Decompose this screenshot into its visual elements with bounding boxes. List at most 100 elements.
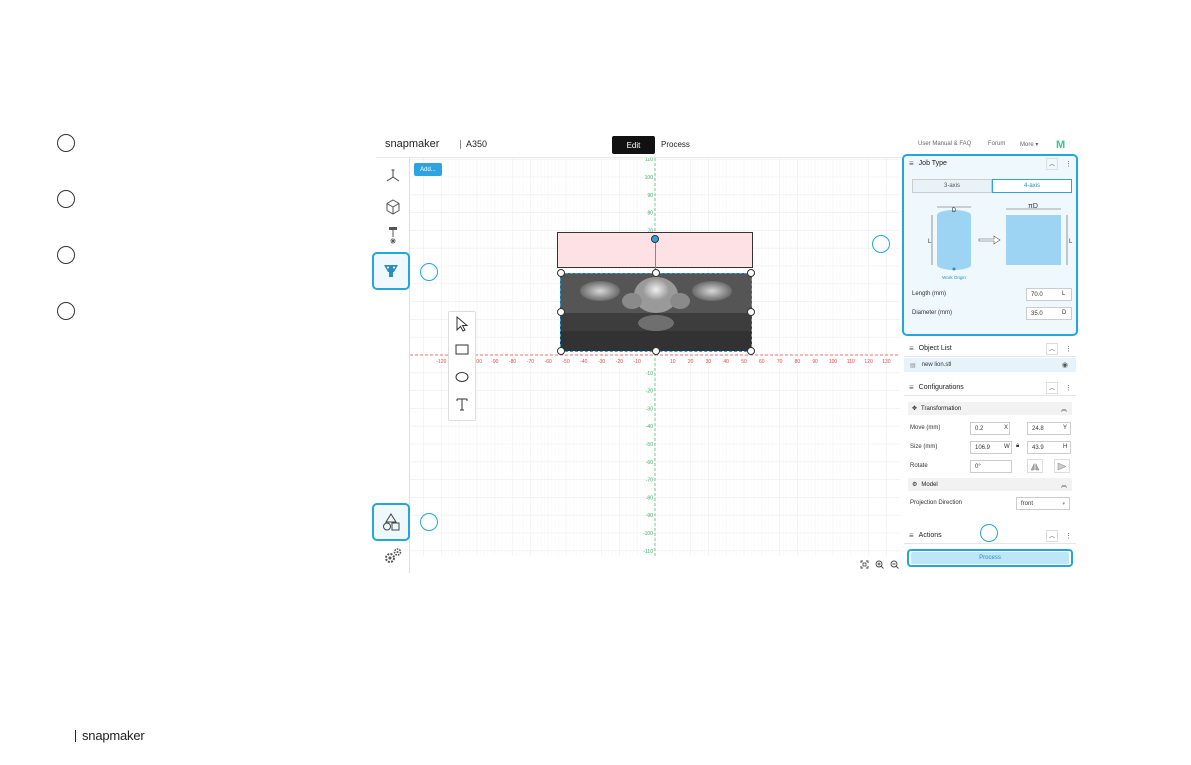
shapes-library-button[interactable] bbox=[372, 503, 410, 541]
drag-handle-icon[interactable]: ≡ bbox=[909, 159, 914, 168]
footer-brand: snapmaker bbox=[75, 728, 145, 743]
rectangle-tool[interactable] bbox=[455, 344, 469, 358]
text-tool[interactable] bbox=[455, 397, 469, 413]
fit-view-icon[interactable] bbox=[860, 560, 869, 569]
zoom-out-icon[interactable] bbox=[890, 560, 899, 569]
select-tool[interactable] bbox=[455, 315, 469, 334]
settings-button[interactable] bbox=[379, 542, 406, 569]
flip-horizontal-button[interactable] bbox=[1054, 459, 1070, 473]
collapse-button[interactable]: ︿ bbox=[1046, 342, 1058, 355]
x-tick-label: -40 bbox=[580, 359, 587, 365]
projection-direction-select[interactable]: front ▾ bbox=[1016, 497, 1070, 510]
laser-icon bbox=[388, 226, 397, 244]
draw-toolbox bbox=[448, 311, 476, 421]
cnc-button[interactable] bbox=[372, 252, 410, 290]
collapse-chevron-icon: ︽ bbox=[1060, 407, 1067, 413]
rotate-label: Rotate bbox=[910, 463, 928, 469]
selection-box bbox=[560, 273, 752, 352]
resize-handle-tl[interactable] bbox=[557, 269, 565, 277]
y-tick-label: -20 bbox=[646, 389, 653, 395]
model-header[interactable]: ⚙ Model ︽ bbox=[908, 478, 1072, 491]
collapse-button[interactable]: ︿ bbox=[1046, 157, 1058, 170]
add-button[interactable]: Add... bbox=[414, 163, 442, 176]
resize-handle-b[interactable] bbox=[652, 347, 660, 355]
work-origin-label: Work Origin bbox=[942, 275, 966, 280]
y-tick-label: -100 bbox=[643, 531, 653, 537]
ellipse-tool[interactable] bbox=[455, 371, 469, 385]
x-tick-label: 30 bbox=[706, 359, 712, 365]
move-y-unit: Y bbox=[1063, 425, 1068, 431]
drag-handle-icon[interactable]: ≡ bbox=[909, 531, 914, 540]
more-options-icon[interactable]: ⋮ bbox=[1065, 532, 1072, 540]
cube-view-button[interactable] bbox=[379, 193, 406, 220]
nav-forum[interactable]: Forum bbox=[988, 141, 1005, 147]
cylinder-unwrap-diagram: D L πD L Work Origin bbox=[928, 203, 1073, 280]
flip-vertical-button[interactable] bbox=[1027, 459, 1043, 473]
tab-process[interactable]: Process bbox=[661, 140, 690, 149]
diagram-l-left-label: L bbox=[928, 239, 932, 245]
laser-button[interactable] bbox=[379, 222, 406, 249]
text-icon bbox=[456, 398, 468, 411]
lock-ratio-icon[interactable]: 🔒︎ bbox=[1016, 443, 1019, 450]
x-tick-label: -50 bbox=[562, 359, 569, 365]
zoom-in-icon[interactable] bbox=[875, 560, 884, 569]
model-settings-icon: ⚙ bbox=[912, 482, 918, 488]
rotate-input[interactable]: 0° bbox=[970, 460, 1012, 473]
object-list-item[interactable]: ▤ new lion.stl ◉ bbox=[904, 358, 1076, 372]
visibility-eye-icon[interactable]: ◉ bbox=[1062, 361, 1068, 369]
more-options-icon[interactable]: ⋮ bbox=[1065, 160, 1072, 168]
callout-marker-3 bbox=[57, 246, 75, 264]
app-window: snapmaker A350 Edit Process User Manual … bbox=[372, 133, 1078, 573]
job-type-3axis[interactable]: 3-axis bbox=[912, 179, 992, 193]
object-list-title: Object List bbox=[918, 345, 952, 352]
resize-handle-r[interactable] bbox=[747, 308, 755, 316]
collapse-chevron-icon: ︽ bbox=[1060, 483, 1067, 489]
coordinate-axes-button[interactable] bbox=[379, 162, 406, 189]
x-tick-label: 10 bbox=[670, 359, 676, 365]
chevron-down-icon: ▾ bbox=[1062, 500, 1065, 507]
collapse-button[interactable]: ︿ bbox=[1046, 381, 1058, 394]
nav-user-manual[interactable]: User Manual & FAQ bbox=[918, 141, 971, 147]
flip-horizontal-icon bbox=[1057, 462, 1067, 470]
resize-handle-l[interactable] bbox=[557, 308, 565, 316]
length-label: Length (mm) bbox=[912, 291, 947, 297]
grid: 110 100 90 80 70 60 50 40 30 20 10 -10 -20 -30 -40 -50 -… bbox=[410, 158, 900, 556]
drag-handle-icon[interactable]: ≡ bbox=[909, 344, 914, 353]
drag-handle-icon[interactable]: ≡ bbox=[909, 383, 914, 392]
y-tick-label: -60 bbox=[646, 460, 653, 466]
more-options-icon[interactable]: ⋮ bbox=[1065, 345, 1072, 353]
x-tick-label: -30 bbox=[598, 359, 605, 365]
size-label: Size (mm) bbox=[910, 444, 938, 450]
resize-handle-bl[interactable] bbox=[557, 347, 565, 355]
resize-handle-t[interactable] bbox=[652, 269, 660, 277]
job-type-title: Job Type bbox=[918, 160, 947, 167]
ellipse-icon bbox=[455, 372, 469, 382]
process-button[interactable]: Process bbox=[907, 549, 1073, 567]
x-tick-label: 110 bbox=[847, 359, 855, 365]
rectangle-icon bbox=[455, 344, 469, 355]
more-options-icon[interactable]: ⋮ bbox=[1065, 384, 1072, 392]
job-type-4axis[interactable]: 4-axis bbox=[992, 179, 1072, 193]
x-tick-label: 70 bbox=[777, 359, 783, 365]
callout-marker-canvas-1 bbox=[420, 263, 438, 281]
cursor-icon bbox=[456, 315, 469, 332]
x-tick-label: 40 bbox=[723, 359, 729, 365]
collapse-button[interactable]: ︿ bbox=[1046, 529, 1058, 542]
rotate-handle[interactable] bbox=[651, 235, 659, 243]
x-tick-label: 20 bbox=[688, 359, 694, 365]
diagram-pid-label: πD bbox=[1028, 203, 1038, 210]
resize-handle-br[interactable] bbox=[747, 347, 755, 355]
job-type-header: ≡ Job Type ︿ ⋮ bbox=[904, 156, 1076, 171]
move-x-unit: X bbox=[1004, 425, 1009, 431]
x-tick-label: -10 bbox=[634, 359, 641, 365]
tab-edit[interactable]: Edit bbox=[612, 136, 655, 154]
object-name: new lion.stl bbox=[921, 362, 952, 368]
x-tick-label: -20 bbox=[616, 359, 623, 365]
transformation-header[interactable]: ✥ Transformation ︽ bbox=[908, 402, 1072, 415]
shapes-icon bbox=[383, 513, 400, 531]
nav-more[interactable]: More ▾ bbox=[1020, 141, 1038, 148]
m-logo: M bbox=[1056, 139, 1066, 151]
resize-handle-tr[interactable] bbox=[747, 269, 755, 277]
workspace-canvas[interactable]: 110 100 90 80 70 60 50 40 30 20 10 -10 -20 -30 -40 -50 -… bbox=[410, 158, 900, 556]
gears-icon bbox=[384, 547, 401, 563]
